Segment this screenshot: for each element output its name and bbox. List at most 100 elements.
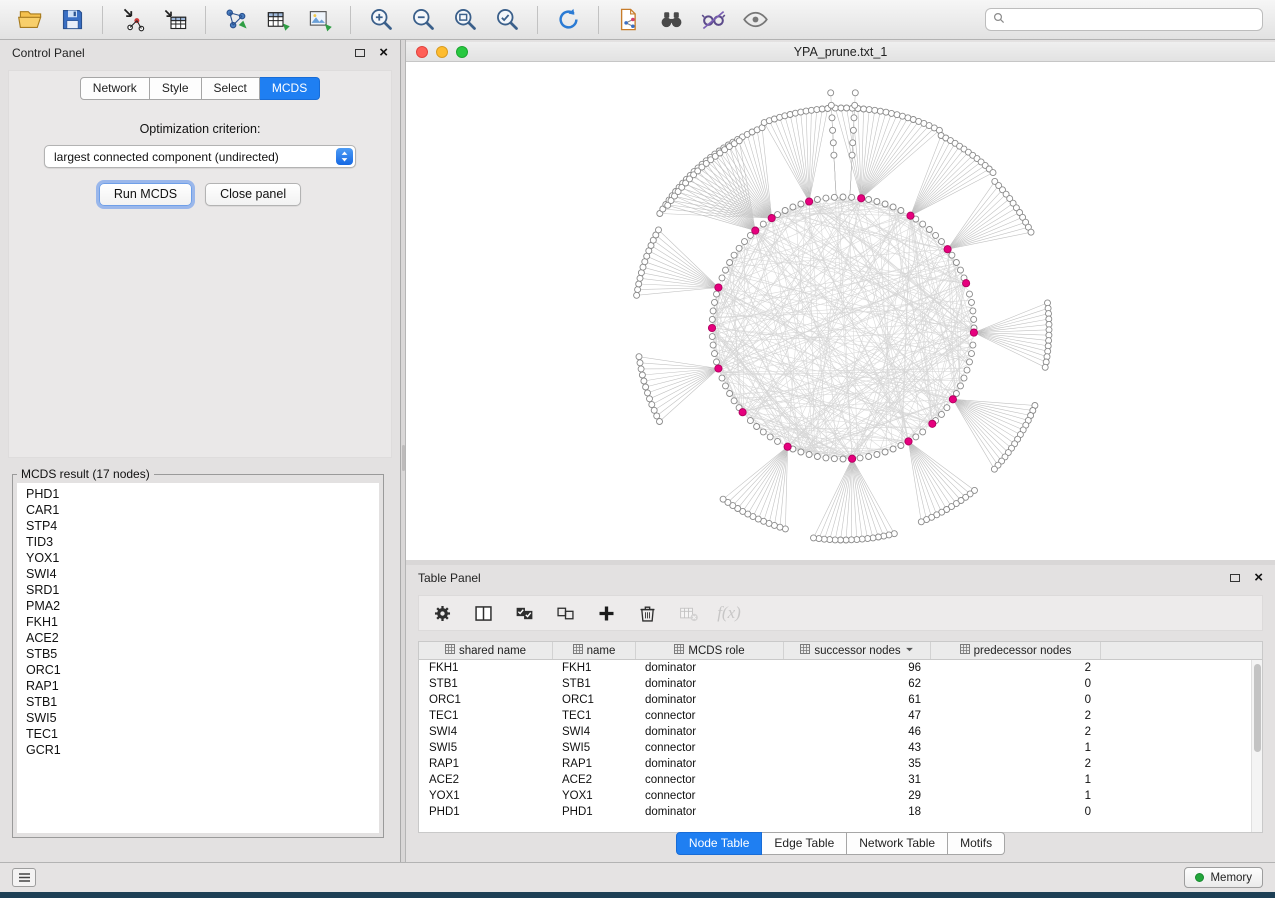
network-window: YPA_prune.txt_1: [406, 42, 1275, 560]
result-node-item[interactable]: STB1: [26, 694, 370, 710]
gear-icon[interactable]: [429, 600, 455, 626]
column-header-mcds-role[interactable]: MCDS role: [636, 642, 784, 659]
deselect-all-icon[interactable]: [552, 600, 578, 626]
zoom-out-icon[interactable]: [405, 4, 441, 36]
tab-style[interactable]: Style: [150, 77, 202, 100]
cell-name: PHD1: [553, 804, 636, 820]
table-row[interactable]: STB1STB1dominator620: [419, 676, 1262, 692]
table-row[interactable]: SWI5SWI5connector431: [419, 740, 1262, 756]
table-row[interactable]: TEC1TEC1connector472: [419, 708, 1262, 724]
cell-predecessors: 0: [931, 676, 1101, 692]
import-table-icon[interactable]: [157, 4, 193, 36]
table-row[interactable]: PHD1PHD1dominator180: [419, 804, 1262, 820]
save-icon[interactable]: [54, 4, 90, 36]
close-panel-icon[interactable]: ×: [379, 46, 388, 60]
result-node-item[interactable]: TID3: [26, 534, 370, 550]
zoom-fit-icon[interactable]: [447, 4, 483, 36]
table-row[interactable]: YOX1YOX1connector291: [419, 788, 1262, 804]
tab-mcds[interactable]: MCDS: [260, 77, 320, 100]
table-row[interactable]: ACE2ACE2connector311: [419, 772, 1262, 788]
search-box[interactable]: [985, 8, 1263, 31]
column-type-icon: [674, 644, 684, 657]
column-header-name[interactable]: name: [553, 642, 636, 659]
result-node-item[interactable]: STB5: [26, 646, 370, 662]
result-node-item[interactable]: PHD1: [26, 486, 370, 502]
table-row[interactable]: FKH1FKH1dominator962: [419, 660, 1262, 676]
result-node-item[interactable]: ACE2: [26, 630, 370, 646]
tab-select[interactable]: Select: [202, 77, 260, 100]
tab-edge-table[interactable]: Edge Table: [762, 832, 847, 855]
dropdown-stepper-icon: [336, 148, 353, 165]
cell-successors: 62: [784, 676, 931, 692]
cell-role: dominator: [636, 724, 784, 740]
table-row[interactable]: RAP1RAP1dominator352: [419, 756, 1262, 772]
close-window-icon[interactable]: [416, 46, 428, 58]
minimize-window-icon[interactable]: [436, 46, 448, 58]
column-header-shared-name[interactable]: shared name: [419, 642, 553, 659]
select-all-icon[interactable]: [511, 600, 537, 626]
binoculars-icon[interactable]: [653, 4, 689, 36]
column-label: MCDS role: [688, 645, 744, 657]
result-node-item[interactable]: SWI5: [26, 710, 370, 726]
result-node-item[interactable]: FKH1: [26, 614, 370, 630]
open-icon[interactable]: [12, 4, 48, 36]
glasses-icon[interactable]: [695, 4, 731, 36]
result-node-item[interactable]: SRD1: [26, 582, 370, 598]
add-icon[interactable]: [593, 600, 619, 626]
optimization-dropdown[interactable]: largest connected component (undirected): [44, 145, 356, 168]
result-node-item[interactable]: RAP1: [26, 678, 370, 694]
network-window-titlebar[interactable]: YPA_prune.txt_1: [406, 42, 1275, 62]
column-header-successor-nodes[interactable]: successor nodes: [784, 642, 931, 659]
cell-successors: 43: [784, 740, 931, 756]
tab-network[interactable]: Network: [80, 77, 150, 100]
mcds-result-list[interactable]: PHD1CAR1STP4TID3YOX1SWI4SRD1PMA2FKH1ACE2…: [17, 483, 379, 833]
export-table-icon[interactable]: [260, 4, 296, 36]
toolbar-separator: [350, 6, 351, 34]
columns-icon[interactable]: [470, 600, 496, 626]
result-node-item[interactable]: TEC1: [26, 726, 370, 742]
cell-successors: 61: [784, 692, 931, 708]
splitter-grip[interactable]: [402, 445, 405, 471]
table-row[interactable]: SWI4SWI4dominator462: [419, 724, 1262, 740]
close-panel-button[interactable]: Close panel: [205, 183, 301, 206]
result-node-item[interactable]: SWI4: [26, 566, 370, 582]
trash-icon[interactable]: [634, 600, 660, 626]
result-node-item[interactable]: STP4: [26, 518, 370, 534]
share-document-icon[interactable]: [611, 4, 647, 36]
network-canvas[interactable]: [406, 62, 1275, 560]
result-node-item[interactable]: PMA2: [26, 598, 370, 614]
chevron-down-icon[interactable]: [905, 645, 914, 657]
table-row[interactable]: ORC1ORC1dominator610: [419, 692, 1262, 708]
export-image-icon[interactable]: [302, 4, 338, 36]
mcds-result-box: MCDS result (17 nodes) PHD1CAR1STP4TID3Y…: [12, 467, 384, 838]
export-network-icon[interactable]: [218, 4, 254, 36]
scrollbar-thumb[interactable]: [1254, 664, 1261, 752]
column-header-predecessor-nodes[interactable]: predecessor nodes: [931, 642, 1101, 659]
memory-button[interactable]: Memory: [1184, 867, 1263, 888]
zoom-in-icon[interactable]: [363, 4, 399, 36]
result-node-item[interactable]: ORC1: [26, 662, 370, 678]
float-panel-icon[interactable]: [355, 49, 365, 57]
cell-role: connector: [636, 708, 784, 724]
result-node-item[interactable]: YOX1: [26, 550, 370, 566]
cell-role: connector: [636, 788, 784, 804]
result-node-item[interactable]: CAR1: [26, 502, 370, 518]
dropdown-value: largest connected component (undirected): [54, 150, 279, 164]
float-table-panel-icon[interactable]: [1230, 574, 1240, 582]
cell-role: dominator: [636, 756, 784, 772]
maximize-window-icon[interactable]: [456, 46, 468, 58]
run-mcds-button[interactable]: Run MCDS: [99, 183, 192, 206]
status-menu-icon[interactable]: [12, 868, 36, 887]
tab-motifs[interactable]: Motifs: [948, 832, 1005, 855]
close-table-panel-icon[interactable]: ×: [1254, 571, 1263, 585]
eye-icon[interactable]: [737, 4, 773, 36]
table-scrollbar[interactable]: [1251, 660, 1262, 832]
search-input[interactable]: [1010, 12, 1255, 28]
result-node-item[interactable]: GCR1: [26, 742, 370, 758]
zoom-selected-icon[interactable]: [489, 4, 525, 36]
network-graph[interactable]: [406, 62, 1275, 560]
tab-network-table[interactable]: Network Table: [847, 832, 948, 855]
import-network-icon[interactable]: [115, 4, 151, 36]
tab-node-table[interactable]: Node Table: [676, 832, 763, 855]
refresh-icon[interactable]: [550, 4, 586, 36]
